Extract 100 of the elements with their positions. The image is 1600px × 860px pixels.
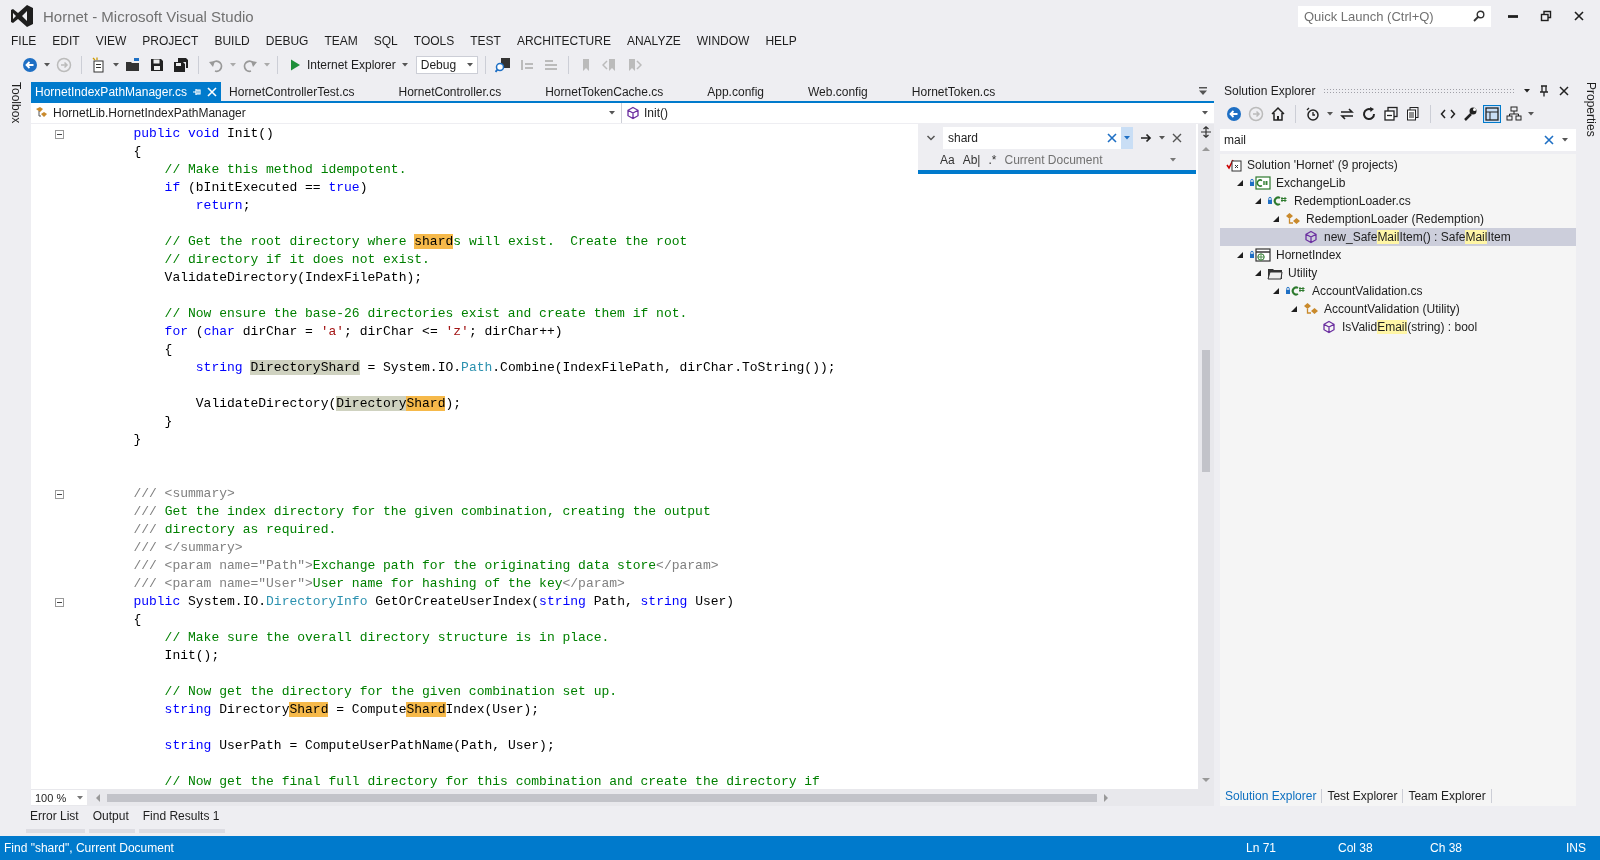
collapse-icon[interactable]	[55, 597, 64, 607]
sync-icon[interactable]	[1339, 106, 1355, 122]
search-box[interactable]: mail	[1220, 129, 1576, 151]
method-icon	[1321, 319, 1337, 335]
menu-item[interactable]: WINDOW	[688, 32, 758, 50]
caret-icon[interactable]	[113, 63, 119, 67]
panel-tab[interactable]: Test Explorer	[1322, 789, 1404, 803]
menu-item[interactable]: TEAM	[316, 32, 366, 50]
tree-item[interactable]: Utility	[1220, 264, 1576, 282]
toolbox-tab[interactable]: Toolbox	[0, 80, 31, 806]
search-field[interactable]: shard	[948, 131, 1103, 145]
file-tab[interactable]: App.config	[703, 82, 804, 101]
tree-item[interactable]: IsValidEmail(string) : bool	[1220, 318, 1576, 336]
vertical-scrollbar[interactable]	[1198, 124, 1214, 789]
menu-item[interactable]: VIEW	[87, 32, 135, 50]
search-field[interactable]: mail	[1224, 133, 1536, 147]
find-next-icon[interactable]	[1140, 132, 1152, 144]
zoom-dropdown[interactable]: 100 %	[31, 790, 87, 805]
close-icon[interactable]	[1172, 133, 1182, 143]
menu-item[interactable]: ARCHITECTURE	[508, 32, 619, 50]
tree-item[interactable]: new_SafeMailItem() : SafeMailItem	[1220, 228, 1576, 246]
caret-icon[interactable]	[1528, 112, 1534, 116]
caret-icon[interactable]	[44, 63, 50, 67]
caret-icon[interactable]	[1327, 112, 1333, 116]
refresh-icon[interactable]	[1361, 106, 1377, 122]
scroll-thumb[interactable]	[1202, 350, 1210, 472]
menu-item[interactable]: ANALYZE	[618, 32, 689, 50]
menu-item[interactable]: PROJECT	[134, 32, 207, 50]
collapse-icon[interactable]	[55, 489, 64, 499]
file-tab[interactable]: HornetController.cs	[394, 82, 542, 101]
quick-launch-box[interactable]: Quick Launch (Ctrl+Q)	[1298, 5, 1491, 27]
caret-icon	[77, 795, 83, 800]
split-icon[interactable]	[1200, 126, 1212, 138]
history-dropdown[interactable]	[1121, 127, 1133, 149]
scroll-thumb[interactable]	[107, 793, 1097, 802]
quick-launch-field[interactable]: Quick Launch (Ctrl+Q)	[1304, 8, 1469, 24]
find-in-files-button[interactable]	[492, 55, 513, 75]
menu-item[interactable]: HELP	[757, 32, 805, 50]
menu-item[interactable]: SQL	[365, 32, 406, 50]
insert-mode: INS	[1566, 841, 1586, 855]
panel-title: Solution Explorer	[1224, 83, 1316, 98]
class-diagram-icon[interactable]	[1506, 106, 1522, 122]
configuration-dropdown[interactable]: Debug	[415, 56, 478, 74]
save-all-button[interactable]	[171, 55, 191, 75]
tree-item[interactable]: Solution 'Hornet' (9 projects)	[1220, 156, 1576, 174]
file-tab[interactable]: HornetToken.cs	[907, 82, 1036, 101]
solution-icon	[1226, 157, 1242, 173]
type-dropdown[interactable]: HornetLib.HornetIndexPathManager	[31, 103, 622, 123]
tree-item[interactable]: RedemptionLoader (Redemption)	[1220, 210, 1576, 228]
history-icon[interactable]	[1305, 106, 1321, 122]
wrench-icon[interactable]	[1462, 106, 1478, 122]
collapse-icon[interactable]	[55, 129, 64, 139]
tab-list-icon[interactable]	[1198, 85, 1208, 96]
find-box[interactable]: shard	[943, 127, 1133, 149]
tree-item[interactable]: ExchangeLib	[1220, 174, 1576, 192]
tree-item[interactable]: AccountValidation.cs	[1220, 282, 1576, 300]
menu-item[interactable]: TEST	[462, 32, 509, 50]
properties-tab[interactable]: Properties	[1576, 80, 1600, 806]
code-line: string DirectoryShard = System.IO.Path.Combine(IndexFilePath, dirChar.ToString());	[194, 359, 836, 377]
file-tab[interactable]: HornetTokenCache.cs	[541, 82, 704, 101]
menu-item[interactable]: FILE	[3, 32, 45, 50]
file-tab[interactable]: Web.config	[804, 82, 908, 101]
panel-tab[interactable]: Solution Explorer	[1220, 789, 1323, 803]
tree-item[interactable]: RedemptionLoader.cs	[1220, 192, 1576, 210]
preview-icon[interactable]	[1484, 106, 1500, 122]
pin-icon[interactable]	[1538, 84, 1550, 97]
show-all-files-icon[interactable]	[1405, 106, 1421, 122]
member-dropdown[interactable]: Init()	[622, 103, 1214, 123]
caret-icon[interactable]	[1524, 88, 1530, 93]
code-line: // directory if it does not exist.	[163, 251, 430, 269]
menu-item[interactable]: DEBUG	[257, 32, 317, 50]
clear-icon[interactable]	[1107, 133, 1117, 143]
browser-label: Internet Explorer	[307, 58, 396, 72]
tree-item[interactable]: HornetIndex	[1220, 246, 1576, 264]
tree-item[interactable]: AccountValidation (Utility)	[1220, 300, 1576, 318]
start-debugging-button[interactable]: Internet Explorer	[285, 55, 412, 75]
clear-icon[interactable]	[1544, 135, 1554, 145]
home-icon[interactable]	[1270, 106, 1286, 122]
back-icon[interactable]	[1226, 106, 1242, 122]
code-line: }	[163, 413, 173, 431]
close-icon[interactable]	[1558, 84, 1570, 97]
scope-dropdown[interactable]: Current Document	[1004, 153, 1190, 167]
method-icon	[626, 106, 640, 120]
code-line: public void Init()	[132, 125, 274, 143]
method-icon	[1303, 229, 1319, 245]
back-button[interactable]	[20, 55, 40, 75]
menu-item[interactable]: BUILD	[206, 32, 258, 50]
search-option-toggle[interactable]: Ab|	[962, 153, 981, 167]
caret-icon[interactable]	[1159, 136, 1165, 140]
caret-icon[interactable]	[1562, 138, 1568, 142]
menu-item[interactable]: EDIT	[44, 32, 88, 50]
collapse-all-icon[interactable]	[1383, 106, 1399, 122]
search-option-toggle[interactable]: Aa	[940, 153, 955, 167]
menu-item[interactable]: TOOLS	[405, 32, 463, 50]
caret-icon	[466, 63, 473, 67]
back-icon	[22, 57, 38, 73]
expand-icon[interactable]	[926, 133, 936, 143]
panel-tab[interactable]: Team Explorer	[1403, 789, 1492, 803]
search-option-toggle[interactable]: .*	[988, 153, 997, 167]
file-tab[interactable]: HornetControllerTest.cs	[225, 82, 395, 101]
